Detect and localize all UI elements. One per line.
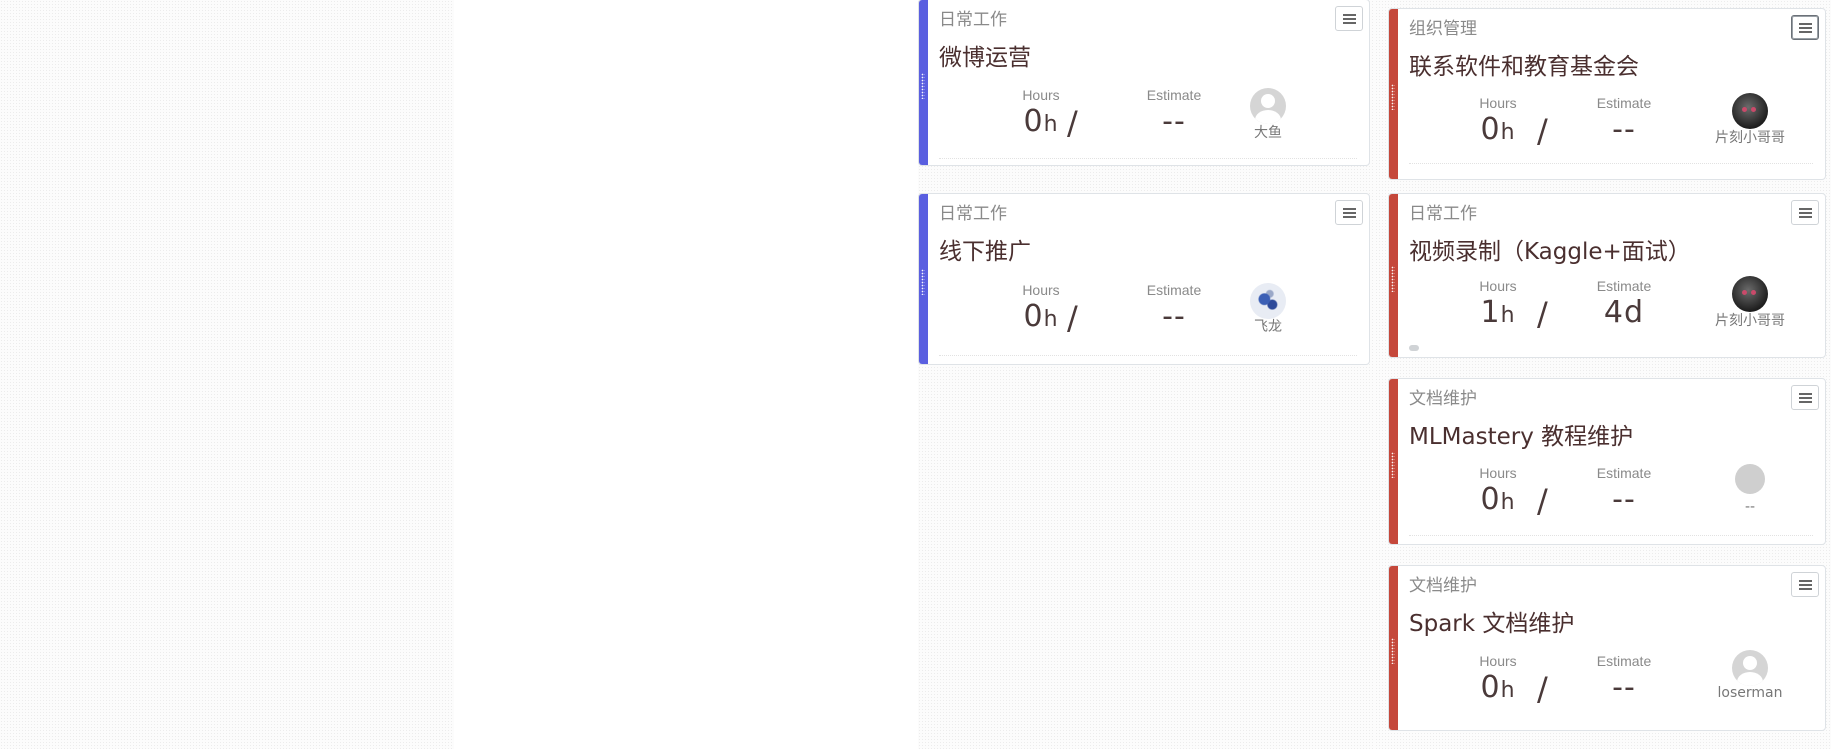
estimate-label: Estimate [1146, 87, 1202, 103]
drag-handle[interactable] [1391, 638, 1395, 664]
card-owner: loserman [1717, 685, 1783, 701]
task-card-weibo[interactable]: 日常工作 微博运营 Hours 0h / Estimate -- 大鱼 [918, 0, 1370, 166]
task-card-video[interactable]: 日常工作 视频录制（Kaggle+面试） Hours 1h / Estimate… [1388, 193, 1826, 358]
default-avatar-icon[interactable] [1732, 650, 1768, 686]
hours-estimate-separator: / [1067, 299, 1078, 337]
card-category: 文档维护 [1409, 576, 1477, 596]
card-owner: -- [1744, 499, 1756, 515]
menu-icon [1798, 22, 1812, 33]
menu-icon [1798, 207, 1812, 218]
card-divider [939, 355, 1357, 356]
card-owner: 片刻小哥哥 [1715, 313, 1785, 329]
card-owner: 片刻小哥哥 [1715, 130, 1785, 146]
estimate-label: Estimate [1596, 95, 1652, 111]
card-divider [1409, 535, 1813, 536]
card-category: 日常工作 [1409, 204, 1477, 224]
estimate-label: Estimate [1596, 653, 1652, 669]
card-menu-button[interactable] [1335, 6, 1363, 31]
card-owner: 大鱼 [1254, 125, 1282, 141]
menu-icon [1342, 13, 1356, 24]
card-title[interactable]: MLMastery 教程维护 [1409, 417, 1633, 451]
card-title[interactable]: Spark 文档维护 [1409, 604, 1574, 638]
menu-icon [1798, 392, 1812, 403]
default-avatar-icon[interactable] [1250, 88, 1286, 124]
task-card-spark[interactable]: 文档维护 Spark 文档维护 Hours 0h / Estimate -- l… [1388, 565, 1826, 731]
drag-handle[interactable] [921, 72, 925, 99]
estimate-label: Estimate [1146, 282, 1202, 298]
drag-handle[interactable] [1391, 265, 1395, 292]
estimate-value: -- [1612, 112, 1636, 147]
hours-value: 0h [1023, 299, 1059, 334]
menu-icon [1342, 207, 1356, 218]
hours-label: Hours [1479, 653, 1517, 669]
card-title[interactable]: 视频录制（Kaggle+面试） [1409, 232, 1691, 266]
estimate-label: Estimate [1596, 278, 1652, 294]
task-card-mlmastery[interactable]: 文档维护 MLMastery 教程维护 Hours 0h / Estimate … [1388, 378, 1826, 545]
hours-label: Hours [1479, 465, 1517, 481]
card-menu-button[interactable] [1791, 200, 1819, 225]
hours-label: Hours [1479, 95, 1517, 111]
drag-handle[interactable] [1391, 451, 1395, 478]
hours-value: 0h [1023, 104, 1059, 139]
hours-label: Hours [1022, 87, 1060, 103]
card-category: 组织管理 [1409, 19, 1477, 39]
hours-estimate-separator: / [1537, 670, 1548, 708]
drag-handle[interactable] [921, 269, 925, 295]
placeholder-avatar-icon[interactable] [1735, 464, 1765, 494]
card-owner: 飞龙 [1254, 319, 1282, 335]
hours-estimate-separator: / [1537, 112, 1548, 150]
card-divider [1409, 163, 1813, 164]
card-title[interactable]: 线下推广 [939, 232, 1031, 266]
flower-avatar-icon[interactable] [1250, 283, 1286, 319]
task-card-foundation[interactable]: 组织管理 联系软件和教育基金会 Hours 0h / Estimate -- 片… [1388, 8, 1826, 180]
card-category: 日常工作 [939, 204, 1007, 224]
progress-bar [1409, 345, 1419, 351]
card-title[interactable]: 联系软件和教育基金会 [1409, 47, 1639, 81]
card-title[interactable]: 微博运营 [939, 38, 1031, 72]
estimate-value: -- [1612, 670, 1636, 705]
card-menu-button[interactable] [1791, 572, 1819, 597]
card-menu-button[interactable] [1791, 15, 1819, 40]
estimate-label: Estimate [1596, 465, 1652, 481]
card-category: 日常工作 [939, 10, 1007, 30]
card-category: 文档维护 [1409, 389, 1477, 409]
card-menu-button[interactable] [1791, 385, 1819, 410]
hours-estimate-separator: / [1537, 295, 1548, 333]
task-card-offline[interactable]: 日常工作 线下推广 Hours 0h / Estimate -- 飞龙 [918, 193, 1370, 365]
card-divider [939, 158, 1357, 159]
dark-avatar-icon[interactable] [1732, 276, 1768, 312]
hours-estimate-separator: / [1537, 482, 1548, 520]
card-menu-button[interactable] [1335, 200, 1363, 225]
dark-avatar-icon[interactable] [1732, 93, 1768, 129]
board-column-empty [0, 0, 454, 749]
drag-handle[interactable] [1391, 84, 1395, 110]
hours-label: Hours [1022, 282, 1060, 298]
estimate-value: -- [1612, 482, 1636, 517]
hours-estimate-separator: / [1067, 104, 1078, 142]
menu-icon [1798, 579, 1812, 590]
estimate-value: 4d [1603, 295, 1645, 330]
hours-label: Hours [1479, 278, 1517, 294]
